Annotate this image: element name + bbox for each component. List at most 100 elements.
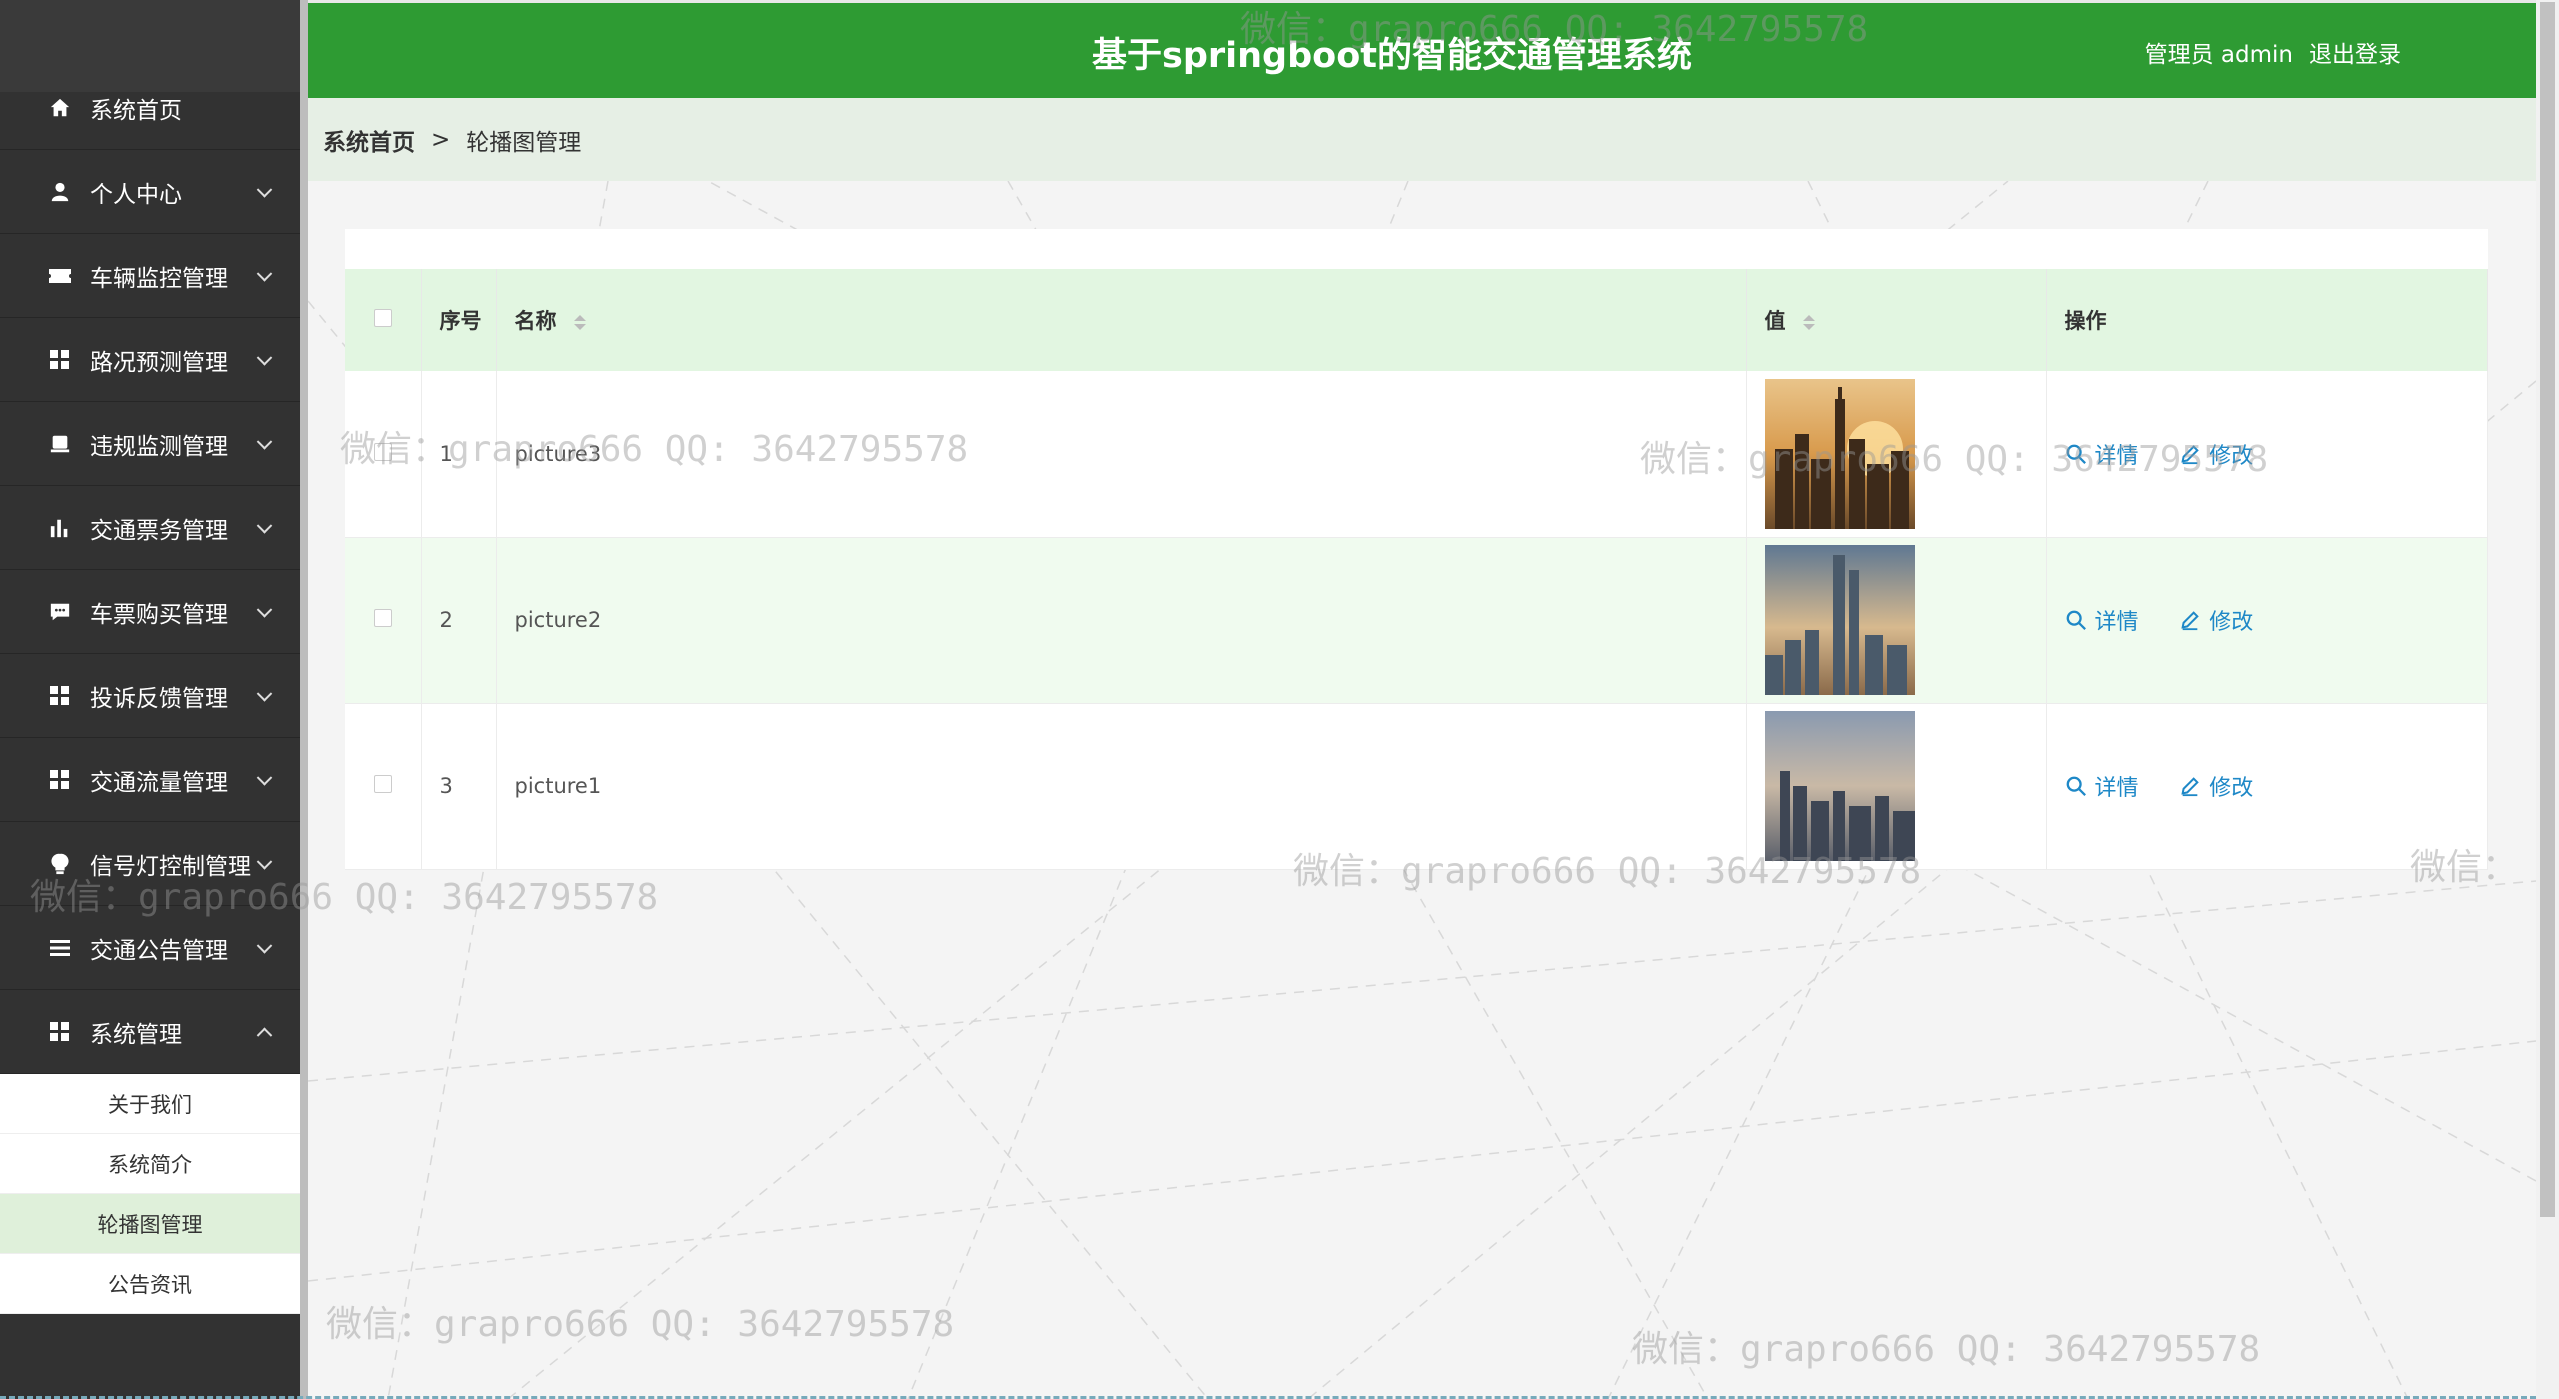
row-index: 1 [421,371,497,538]
list-icon [48,936,72,960]
sidebar-item-home[interactable]: 系统首页 [0,66,300,150]
sidebar-item-traffic-flow[interactable]: 交通流量管理 [0,738,300,822]
detail-button[interactable]: 详情 [2065,770,2139,802]
row-value-cell [1746,371,2047,538]
chevron-up-icon [256,1027,273,1043]
breadcrumb: 系统首页 > 轮播图管理 [308,98,2536,181]
column-header-index: 序号 [421,269,497,371]
edit-label: 修改 [2209,610,2254,635]
chevron-down-icon [256,349,273,366]
row-name: picture2 [496,537,1747,704]
column-header-value[interactable]: 值 [1746,269,2047,371]
user-icon [48,180,72,204]
row-select-cell [345,703,422,870]
sidebar-item-personal-center[interactable]: 个人中心 [0,150,300,234]
breadcrumb-separator: > [431,126,451,153]
edit-button[interactable]: 修改 [2179,438,2253,470]
chevron-down-icon [256,937,273,954]
sidebar-item-label: 投诉反馈管理 [90,685,228,712]
pencil-icon [2181,777,2199,797]
system-management-submenu: 关于我们 系统简介 轮播图管理 公告资讯 [0,1074,300,1314]
search-icon [2066,610,2086,630]
grid-icon [48,768,72,792]
sidebar-item-label: 交通公告管理 [90,937,228,964]
sidebar-item-label: 交通流量管理 [90,769,228,796]
edit-button[interactable]: 修改 [2179,770,2253,802]
row-actions: 详情 修改 [2046,371,2488,538]
detail-label: 详情 [2094,610,2139,635]
top-header: 基于springboot的智能交通管理系统 管理员 admin 退出登录 [308,0,2536,98]
bulb-icon [48,852,72,876]
search-icon [2066,444,2086,464]
breadcrumb-home[interactable]: 系统首页 [323,123,415,157]
row-checkbox[interactable] [373,609,392,627]
sidebar-item-label: 信号灯控制管理 [90,853,251,880]
sidebar-item-label: 违规监测管理 [90,433,228,460]
sidebar-item-violation-monitor[interactable]: 违规监测管理 [0,402,300,486]
row-select-cell [345,371,422,538]
sidebar-item-ticket-purchase[interactable]: 车票购买管理 [0,570,300,654]
submenu-item-carousel-management[interactable]: 轮播图管理 [0,1194,300,1254]
grid-icon [48,684,72,708]
page-scrollbar[interactable] [2536,0,2559,1399]
grid-icon [48,348,72,372]
row-checkbox[interactable] [373,442,392,461]
sort-icon[interactable] [1802,314,1815,330]
edit-button[interactable]: 修改 [2179,604,2253,636]
bar-chart-icon [48,516,72,540]
carousel-table-panel: 序号 名称 值 操作 1 picture3 详情 修改 2 picture2 详… [345,229,2488,870]
carousel-image-thumbnail[interactable] [1764,711,1915,861]
edit-label: 修改 [2209,776,2254,801]
chevron-down-icon [256,265,273,282]
page-scrollbar-thumb[interactable] [2540,2,2555,1217]
carousel-image-thumbnail[interactable] [1764,378,1915,529]
sidebar-item-traffic-notice[interactable]: 交通公告管理 [0,906,300,990]
row-name: picture3 [496,371,1747,538]
row-checkbox[interactable] [373,775,392,793]
search-icon [2066,776,2086,796]
chevron-down-icon [256,517,273,534]
submenu-item-about-us[interactable]: 关于我们 [0,1074,300,1134]
chevron-down-icon [256,853,273,870]
sidebar: 系统首页 个人中心 车辆监控管理 路况预测管理 违规监测管理 交通票务管理 车票… [0,0,300,1399]
column-header-name[interactable]: 名称 [496,269,1747,371]
row-index: 3 [421,703,497,870]
detail-button[interactable]: 详情 [2065,438,2139,470]
table-header-row: 序号 名称 值 操作 [345,269,2488,371]
sidebar-scrollbar[interactable] [300,0,308,1399]
edit-label: 修改 [2209,443,2254,469]
sidebar-item-ticket-service[interactable]: 交通票务管理 [0,486,300,570]
sidebar-item-label: 系统管理 [90,1021,182,1048]
column-header-name-label: 名称 [514,309,557,333]
carousel-table: 序号 名称 值 操作 1 picture3 详情 修改 2 picture2 详… [345,269,2488,870]
table-row: 2 picture2 详情 修改 [345,537,2488,704]
monitor-icon [48,432,72,456]
sidebar-item-system-management[interactable]: 系统管理 [0,990,300,1074]
chevron-down-icon [256,601,273,618]
sidebar-item-complaint-feedback[interactable]: 投诉反馈管理 [0,654,300,738]
column-header-actions: 操作 [2046,269,2488,371]
detail-label: 详情 [2094,443,2139,469]
select-all-checkbox[interactable] [373,309,392,327]
table-row: 3 picture1 详情 修改 [345,703,2488,870]
sort-icon[interactable] [573,314,586,330]
chevron-down-icon [256,769,273,786]
detail-button[interactable]: 详情 [2065,604,2139,636]
sidebar-item-label: 个人中心 [90,181,182,208]
submenu-item-announcements[interactable]: 公告资讯 [0,1254,300,1314]
logout-link[interactable]: 退出登录 [2309,35,2401,69]
submenu-item-system-intro[interactable]: 系统简介 [0,1134,300,1194]
sidebar-item-signal-control[interactable]: 信号灯控制管理 [0,822,300,906]
sidebar-item-vehicle-monitor[interactable]: 车辆监控管理 [0,234,300,318]
grid-icon [48,1020,72,1044]
header-user-area: 管理员 admin 退出登录 [2129,3,2401,101]
row-name: picture1 [496,703,1747,870]
carousel-image-thumbnail[interactable] [1764,545,1915,695]
breadcrumb-current: 轮播图管理 [466,129,582,156]
sidebar-item-road-forecast[interactable]: 路况预测管理 [0,318,300,402]
sidebar-item-label: 系统首页 [90,97,182,124]
row-index: 2 [421,537,497,704]
detail-label: 详情 [2094,776,2139,801]
row-value-cell [1746,537,2047,704]
main-content: 序号 名称 值 操作 1 picture3 详情 修改 2 picture2 详… [308,181,2536,1399]
